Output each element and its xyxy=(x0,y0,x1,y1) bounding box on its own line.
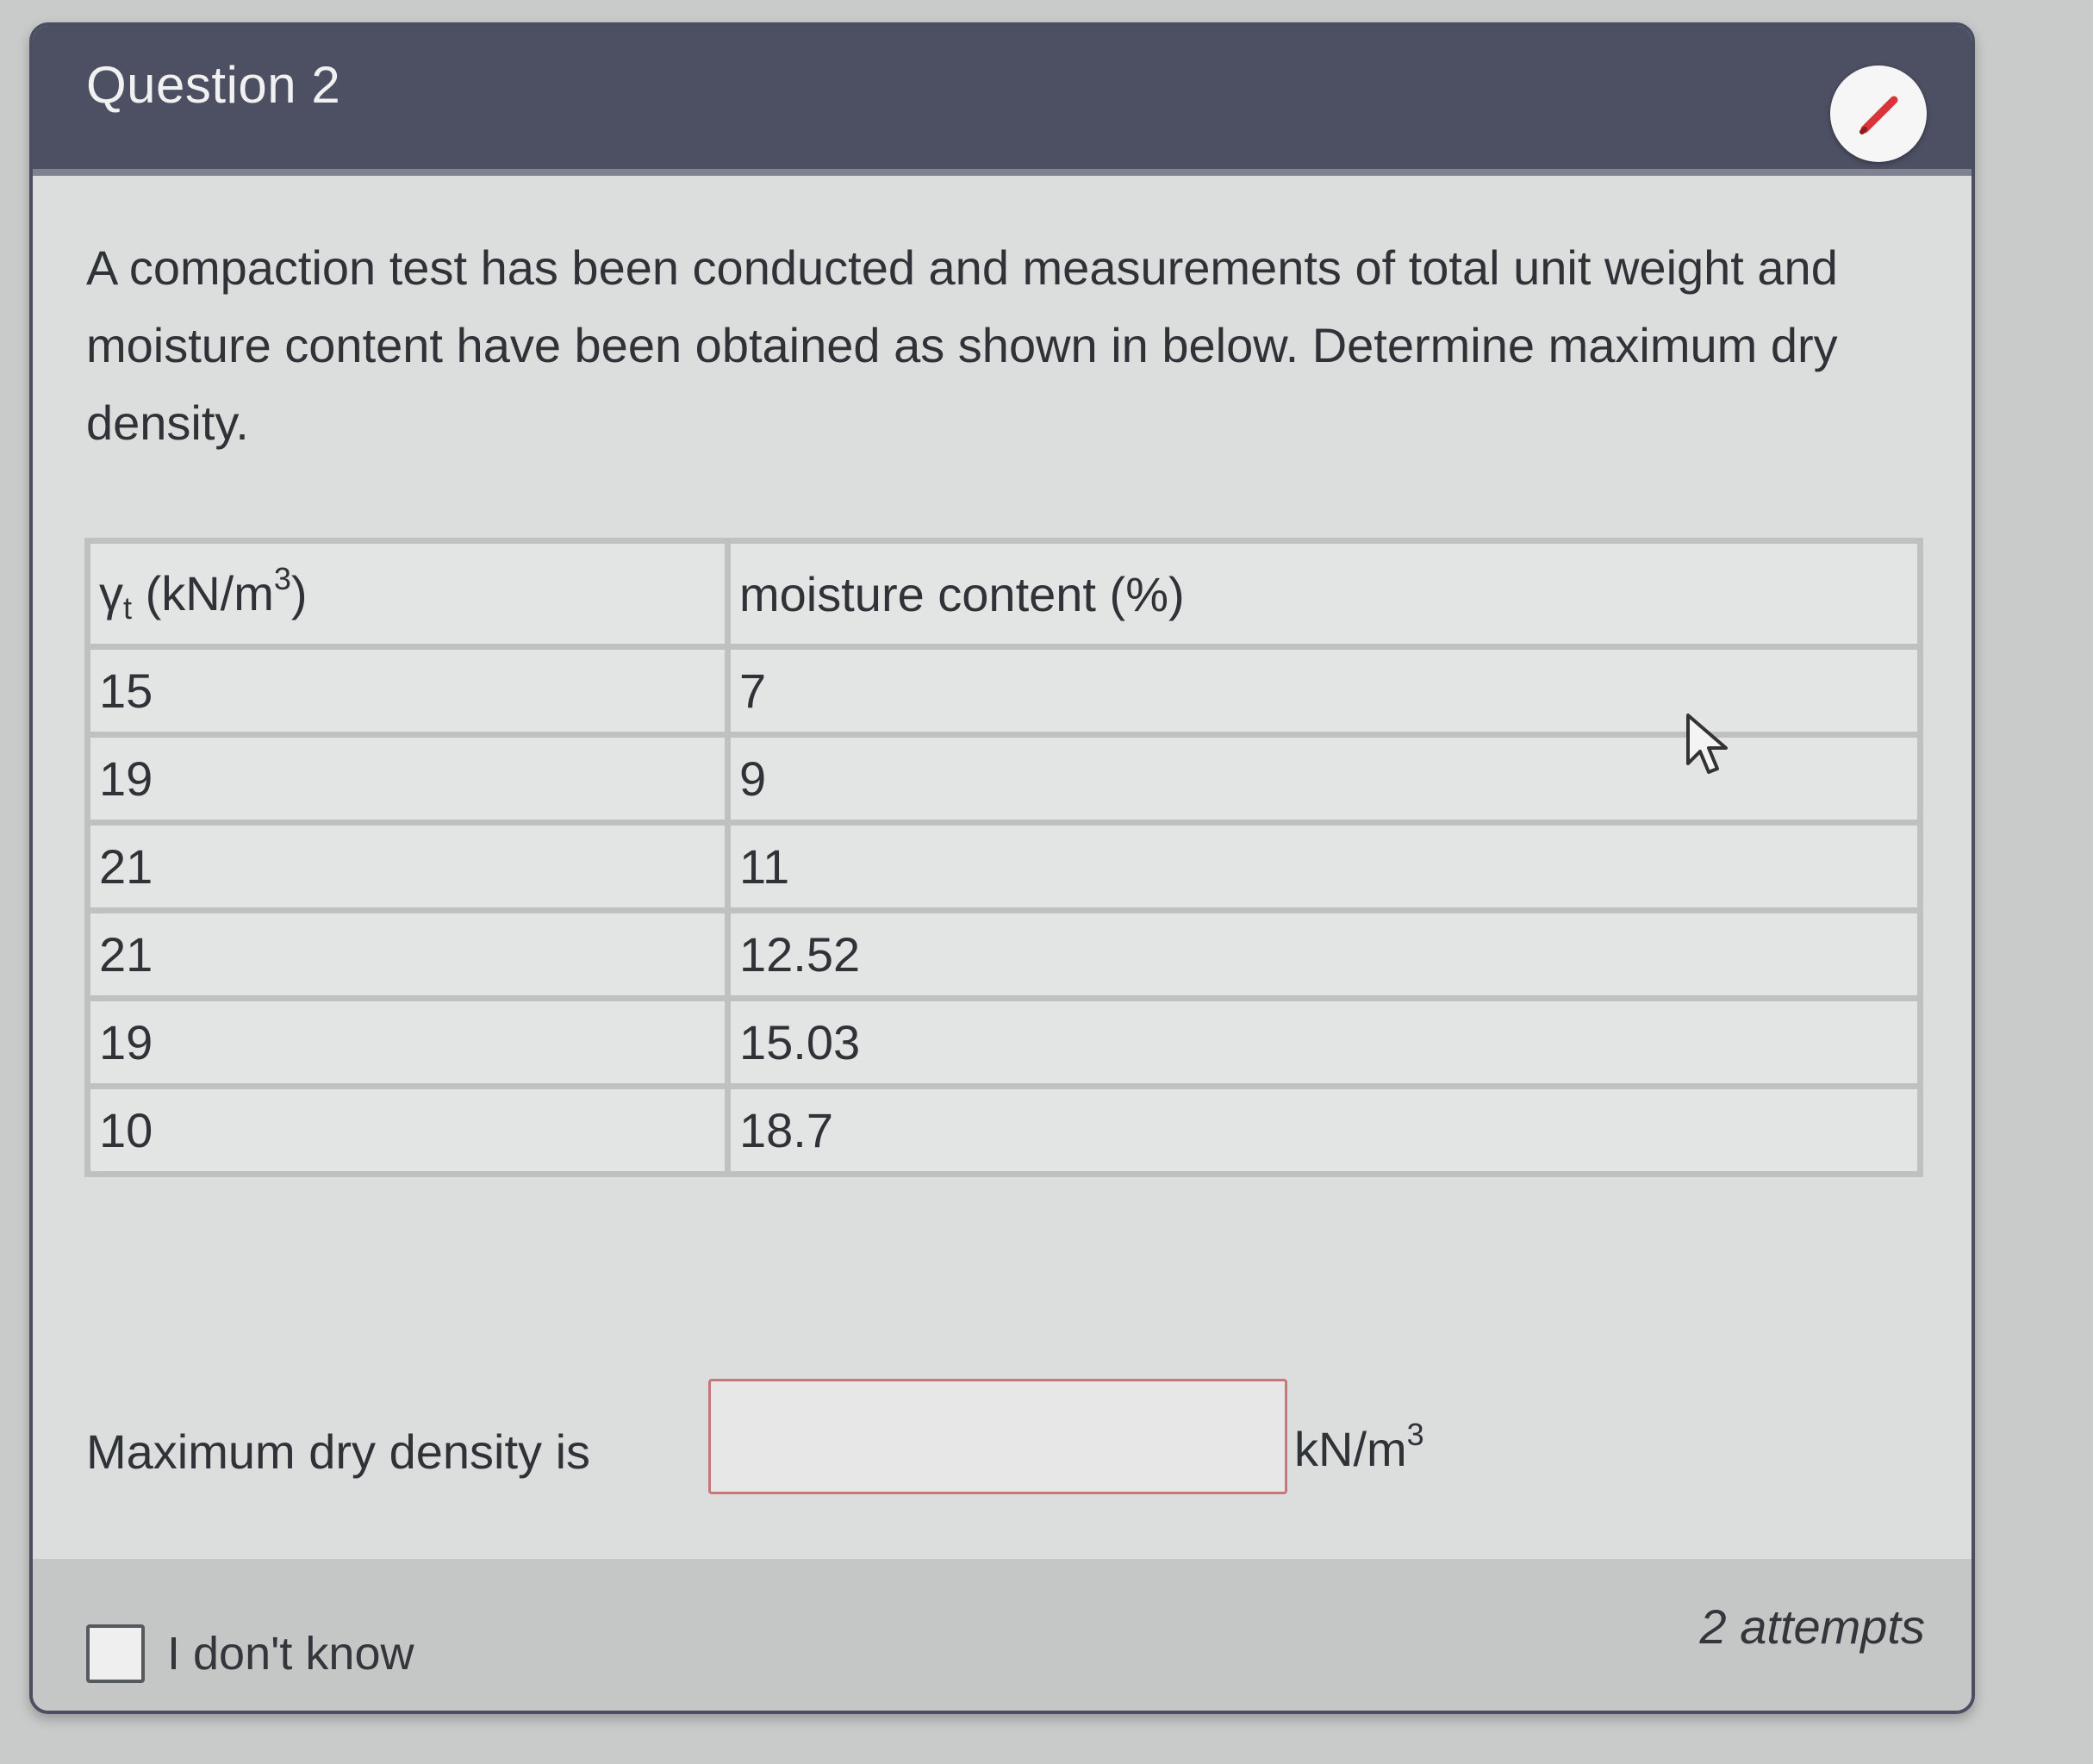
table-row: 10 18.7 xyxy=(84,1083,1923,1177)
table-row: 15 7 xyxy=(84,644,1923,738)
answer-input[interactable] xyxy=(708,1379,1287,1494)
cell-unit-weight: 21 xyxy=(84,820,731,913)
mouse-pointer-icon xyxy=(1686,714,1728,774)
cell-moisture: 9 xyxy=(725,732,1923,826)
dont-know-option[interactable]: I don't know xyxy=(86,1624,414,1683)
cell-moisture: 18.7 xyxy=(725,1083,1923,1177)
data-table: γt (kN/m3) moisture content (%) 15 7 19 … xyxy=(84,538,1923,1177)
question-text: A compaction test has been conducted and… xyxy=(86,240,1838,450)
table-header-row: γt (kN/m3) moisture content (%) xyxy=(84,538,1923,650)
attempts-count: 2 attempts xyxy=(1699,1599,1925,1654)
edit-button[interactable] xyxy=(1830,65,1927,162)
cell-moisture: 15.03 xyxy=(725,995,1923,1089)
cell-moisture: 11 xyxy=(725,820,1923,913)
question-footer: I don't know 2 attempts xyxy=(33,1559,1972,1711)
question-card: Question 2 A compaction test has been co… xyxy=(29,22,1975,1714)
answer-unit: kN/m3 xyxy=(1294,1417,1424,1476)
table-row: 21 12.52 xyxy=(84,907,1923,1001)
question-header: Question 2 xyxy=(33,26,1972,176)
table-row: 19 15.03 xyxy=(84,995,1923,1089)
pencil-icon xyxy=(1859,96,1898,134)
cell-moisture: 12.52 xyxy=(725,907,1923,1001)
answer-label: Maximum dry density is xyxy=(86,1424,591,1479)
dont-know-checkbox[interactable] xyxy=(86,1624,145,1683)
cell-unit-weight: 19 xyxy=(84,995,731,1089)
cell-moisture: 7 xyxy=(725,644,1923,738)
cell-unit-weight: 21 xyxy=(84,907,731,1001)
dont-know-label: I don't know xyxy=(167,1628,414,1680)
cell-unit-weight: 19 xyxy=(84,732,731,826)
header-unit-weight: γt (kN/m3) xyxy=(84,538,731,650)
question-title: Question 2 xyxy=(86,56,341,114)
table-row: 21 11 xyxy=(84,820,1923,913)
table-row: 19 9 xyxy=(84,732,1923,826)
cell-unit-weight: 10 xyxy=(84,1083,731,1177)
cell-unit-weight: 15 xyxy=(84,644,731,738)
header-moisture-content: moisture content (%) xyxy=(725,538,1923,650)
